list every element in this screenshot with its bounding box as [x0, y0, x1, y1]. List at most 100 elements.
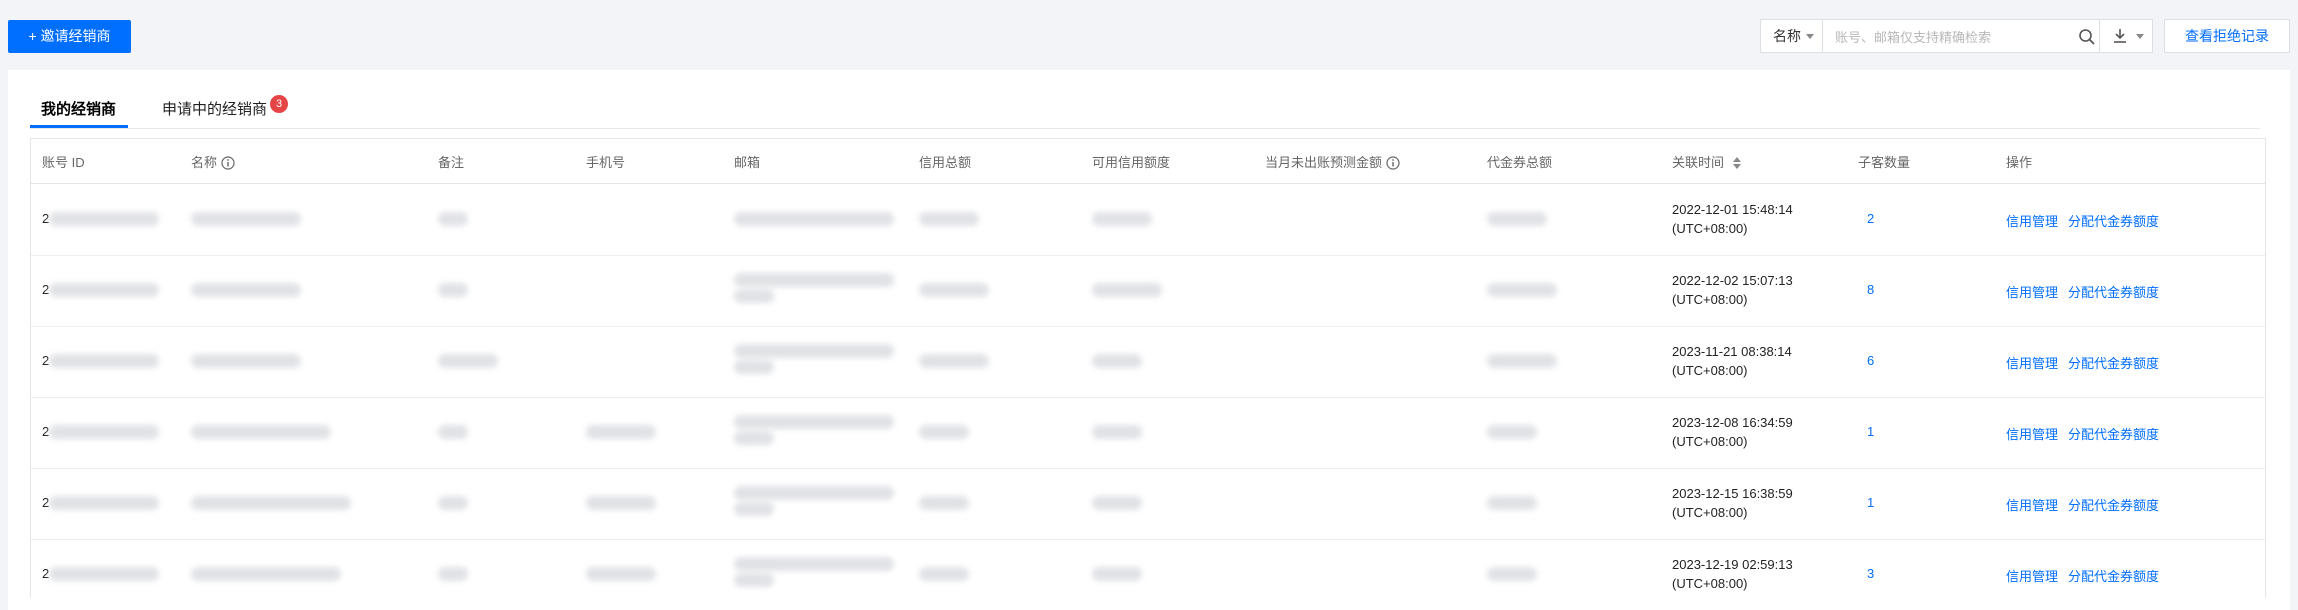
- view-reject-records-button[interactable]: 查看拒绝记录: [2164, 19, 2290, 53]
- credit-management-link[interactable]: 信用管理: [2006, 211, 2058, 230]
- allocate-voucher-link[interactable]: 分配代金券额度: [2068, 566, 2159, 585]
- redacted-email: [734, 502, 774, 516]
- redacted-account-id: [49, 212, 159, 226]
- redacted-remark: [438, 567, 468, 581]
- sort-icon[interactable]: [1732, 157, 1742, 169]
- linked-time: 2023-11-21 08:38:14 (UTC+08:00): [1672, 342, 1792, 380]
- table-header: 账号 ID 名称 备注 手机号 邮箱 信用总额 可用信用额度 当月未出账预测金额…: [31, 139, 2265, 184]
- caret-down-icon: [1806, 34, 1814, 39]
- redacted-voucher-total: [1487, 212, 1547, 226]
- allocate-voucher-link[interactable]: 分配代金券额度: [2068, 211, 2159, 230]
- redacted-available-credit: [1092, 283, 1162, 297]
- redacted-voucher-total: [1487, 354, 1557, 368]
- redacted-email: [734, 431, 774, 445]
- linked-time: 2023-12-19 02:59:13 (UTC+08:00): [1672, 555, 1793, 593]
- distributor-table: 账号 ID 名称 备注 手机号 邮箱 信用总额 可用信用额度 当月未出账预测金额…: [30, 138, 2266, 598]
- col-voucher-total: 代金券总额: [1487, 155, 1553, 170]
- redacted-account-id: [49, 496, 159, 510]
- redacted-name: [191, 354, 301, 368]
- col-linked-time-label: 关联时间: [1672, 155, 1725, 170]
- col-account-id: 账号 ID: [42, 155, 85, 170]
- col-credit-total: 信用总额: [919, 155, 972, 170]
- redacted-phone: [586, 425, 656, 439]
- redacted-credit-total: [919, 283, 989, 297]
- allocate-voucher-link[interactable]: 分配代金券额度: [2068, 282, 2159, 301]
- sub-count-link[interactable]: 1: [1867, 424, 1874, 439]
- sub-count-link[interactable]: 8: [1867, 282, 1874, 297]
- col-actions: 操作: [2006, 155, 2033, 170]
- table-row: 2 2022-12-02 15:07:13 (UTC+08:00) 8 信用管理 …: [31, 255, 2265, 327]
- redacted-account-id: [49, 354, 159, 368]
- col-remark: 备注: [438, 155, 465, 170]
- toolbar: + 邀请经销商 名称 查看拒绝记录: [0, 0, 2298, 70]
- allocate-voucher-link[interactable]: 分配代金券额度: [2068, 424, 2159, 443]
- search-icon[interactable]: [2078, 28, 2096, 46]
- download-icon: [2114, 29, 2126, 43]
- redacted-email: [734, 486, 894, 500]
- sub-count-link[interactable]: 2: [1867, 211, 1874, 226]
- table-row: 2 2023-12-15 16:38:59 (UTC+08:00) 1 信用管理 …: [31, 468, 2265, 540]
- redacted-phone: [586, 567, 656, 581]
- linked-time-tz: (UTC+08:00): [1672, 221, 1748, 236]
- redacted-name: [191, 212, 301, 226]
- linked-time-tz: (UTC+08:00): [1672, 292, 1748, 307]
- linked-time-date: 2022-12-01 15:48:14: [1672, 202, 1793, 217]
- redacted-email: [734, 273, 894, 287]
- redacted-voucher-total: [1487, 425, 1537, 439]
- redacted-account-id: [49, 425, 159, 439]
- col-linked-time[interactable]: 关联时间: [1672, 152, 1742, 171]
- filter-select[interactable]: 名称: [1761, 20, 1823, 52]
- credit-management-link[interactable]: 信用管理: [2006, 424, 2058, 443]
- tab-pending-distributors[interactable]: 申请中的经销商: [162, 98, 267, 119]
- linked-time: 2023-12-15 16:38:59 (UTC+08:00): [1672, 484, 1793, 522]
- redacted-remark: [438, 212, 468, 226]
- redacted-credit-total: [919, 354, 989, 368]
- redacted-voucher-total: [1487, 567, 1537, 581]
- sub-count-link[interactable]: 3: [1867, 566, 1874, 581]
- tab-my-distributors[interactable]: 我的经销商: [41, 98, 116, 119]
- allocate-voucher-link[interactable]: 分配代金券额度: [2068, 495, 2159, 514]
- col-name: 名称: [191, 152, 235, 171]
- redacted-phone: [586, 496, 656, 510]
- pending-count-badge: 3: [270, 95, 288, 113]
- table-row: 2 2023-12-08 16:34:59 (UTC+08:00) 1 信用管理 …: [31, 397, 2265, 469]
- col-name-label: 名称: [191, 155, 218, 170]
- linked-time-date: 2023-12-08 16:34:59: [1672, 415, 1793, 430]
- redacted-email: [734, 344, 894, 358]
- info-icon[interactable]: [221, 156, 235, 170]
- table-row: 2 2022-12-01 15:48:14 (UTC+08:00) 2 信用管理 …: [31, 184, 2265, 256]
- linked-time: 2023-12-08 16:34:59 (UTC+08:00): [1672, 413, 1793, 451]
- tab-bar: 我的经销商 申请中的经销商: [30, 92, 2260, 129]
- redacted-credit-total: [919, 567, 969, 581]
- redacted-available-credit: [1092, 212, 1152, 226]
- redacted-voucher-total: [1487, 283, 1557, 297]
- download-button[interactable]: [2099, 19, 2153, 53]
- redacted-account-id: [49, 283, 159, 297]
- active-tab-underline: [30, 125, 128, 128]
- allocate-voucher-link[interactable]: 分配代金券额度: [2068, 353, 2159, 372]
- linked-time-date: 2023-12-15 16:38:59: [1672, 486, 1793, 501]
- redacted-voucher-total: [1487, 496, 1537, 510]
- credit-management-link[interactable]: 信用管理: [2006, 495, 2058, 514]
- linked-time-date: 2023-12-19 02:59:13: [1672, 557, 1793, 572]
- redacted-name: [191, 283, 301, 297]
- redacted-account-id: [49, 567, 159, 581]
- linked-time-tz: (UTC+08:00): [1672, 576, 1748, 591]
- col-forecast-label: 当月未出账预测金额: [1265, 155, 1383, 170]
- linked-time-tz: (UTC+08:00): [1672, 363, 1748, 378]
- credit-management-link[interactable]: 信用管理: [2006, 566, 2058, 585]
- invite-distributor-button[interactable]: + 邀请经销商: [8, 20, 131, 53]
- redacted-available-credit: [1092, 567, 1142, 581]
- info-icon[interactable]: [1386, 156, 1400, 170]
- sub-count-link[interactable]: 1: [1867, 495, 1874, 510]
- search-input[interactable]: [1833, 20, 2067, 54]
- search-filter: 名称: [1760, 19, 2105, 54]
- redacted-email: [734, 212, 894, 226]
- credit-management-link[interactable]: 信用管理: [2006, 353, 2058, 372]
- redacted-email: [734, 415, 894, 429]
- redacted-credit-total: [919, 425, 969, 439]
- credit-management-link[interactable]: 信用管理: [2006, 282, 2058, 301]
- redacted-email: [734, 557, 894, 571]
- sub-count-link[interactable]: 6: [1867, 353, 1874, 368]
- table-row: 2 2023-12-19 02:59:13 (UTC+08:00) 3 信用管理 …: [31, 539, 2265, 598]
